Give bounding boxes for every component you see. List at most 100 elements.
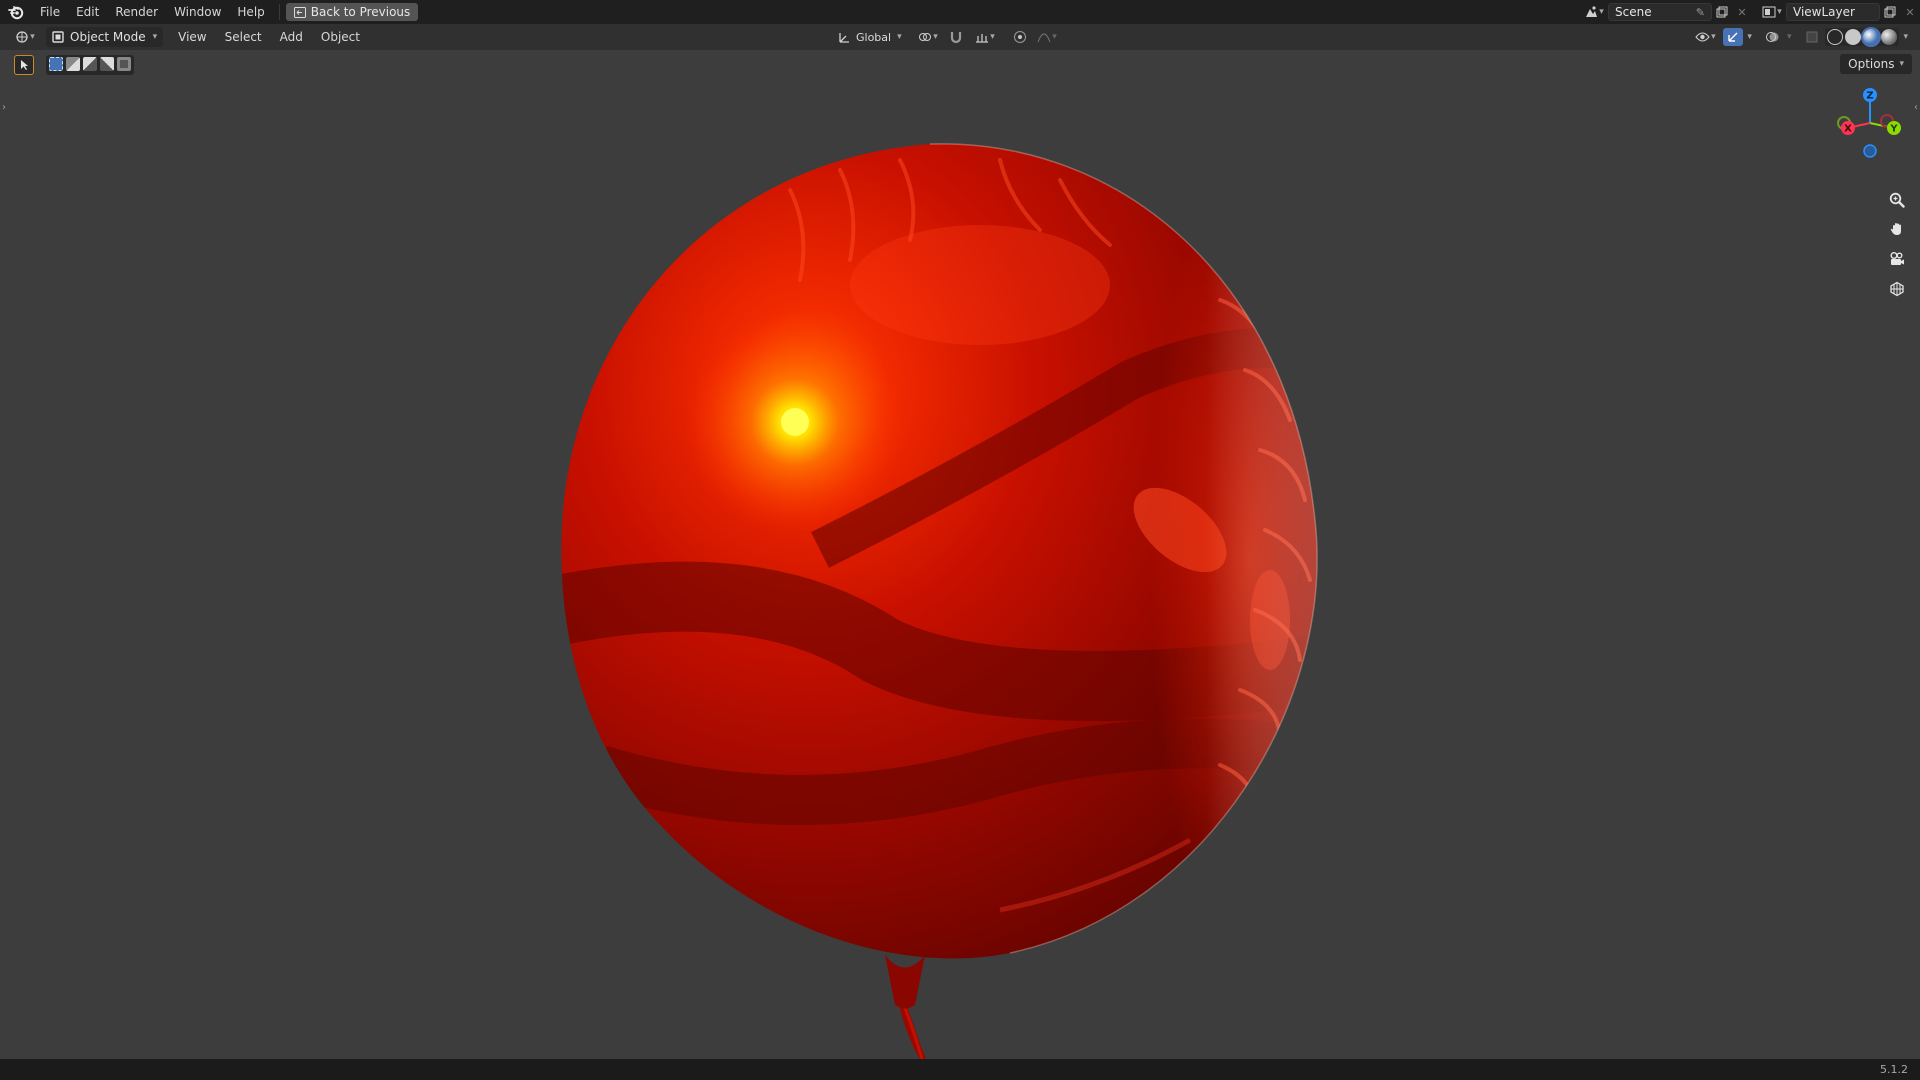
menu-file[interactable]: File bbox=[32, 0, 68, 24]
select-invert-icon[interactable] bbox=[100, 57, 114, 71]
close-icon: ✕ bbox=[1737, 5, 1747, 19]
rendered-shading-icon[interactable] bbox=[1881, 29, 1898, 45]
gizmo-z-negative bbox=[1863, 144, 1877, 158]
duplicate-icon bbox=[1716, 6, 1728, 18]
selection-mode-group bbox=[46, 55, 134, 75]
balloon-render[interactable] bbox=[0, 50, 1920, 1059]
ortho-toggle-button[interactable] bbox=[1885, 277, 1909, 301]
pivot-icon bbox=[919, 33, 932, 41]
delete-view-layer-button[interactable]: ✕ bbox=[1900, 3, 1920, 21]
menu-view[interactable]: View bbox=[169, 24, 215, 50]
new-view-layer-button[interactable] bbox=[1880, 3, 1900, 21]
menu-edit[interactable]: Edit bbox=[68, 0, 107, 24]
falloff-curve-icon bbox=[1037, 33, 1051, 43]
zoom-button[interactable] bbox=[1885, 188, 1909, 212]
chevron-down-icon: ▾ bbox=[990, 32, 995, 42]
back-screen-icon bbox=[293, 6, 306, 18]
chevron-down-icon: ▾ bbox=[1777, 7, 1782, 17]
chevron-down-icon: ▾ bbox=[897, 32, 902, 42]
top-bar: File Edit Render Window Help Back to Pre… bbox=[0, 0, 1920, 24]
back-to-previous-label: Back to Previous bbox=[310, 5, 411, 19]
snap-target-dropdown[interactable]: ▾ bbox=[970, 28, 1000, 46]
select-tool-button[interactable] bbox=[14, 55, 34, 75]
object-mode-dropdown[interactable]: Object Mode ▾ bbox=[46, 27, 164, 47]
gizmo-toggle[interactable] bbox=[1723, 28, 1744, 46]
tool-settings-row bbox=[14, 55, 134, 75]
shading-mode-group bbox=[1825, 28, 1900, 46]
status-bar: 5.1.2 bbox=[0, 1059, 1920, 1080]
scene-name-text: Scene bbox=[1615, 5, 1652, 19]
object-mode-icon bbox=[52, 31, 64, 43]
scene-name-field[interactable]: Scene ✎ bbox=[1608, 3, 1712, 21]
view-layer-icon bbox=[1762, 6, 1776, 18]
menu-select[interactable]: Select bbox=[216, 24, 271, 50]
view-layer-selector-button[interactable]: ▾ bbox=[1758, 3, 1786, 21]
proportional-falloff-dropdown[interactable]: ▾ bbox=[1034, 28, 1060, 46]
toolbar-expand-chevron-icon[interactable]: › bbox=[2, 102, 6, 113]
overlays-icon bbox=[1766, 32, 1779, 42]
editor-type-button[interactable]: ▾ bbox=[8, 28, 42, 46]
gizmo-dropdown-chevron-icon[interactable]: ▾ bbox=[1747, 32, 1752, 42]
snap-increment-icon bbox=[976, 34, 989, 43]
menu-object[interactable]: Object bbox=[312, 24, 369, 50]
xray-toggle[interactable] bbox=[1802, 28, 1822, 46]
view-layer-name-field[interactable]: ViewLayer bbox=[1786, 3, 1880, 21]
select-new-icon[interactable] bbox=[49, 57, 63, 71]
overlays-dropdown-chevron-icon[interactable]: ▾ bbox=[1787, 32, 1792, 42]
overlays-toggle[interactable] bbox=[1763, 28, 1783, 46]
new-scene-button[interactable] bbox=[1712, 3, 1732, 21]
back-to-previous-button[interactable]: Back to Previous bbox=[285, 3, 419, 21]
3d-viewport[interactable]: › ‹ Options ▾ Z Y X bbox=[0, 50, 1920, 1059]
object-mode-label: Object Mode bbox=[70, 30, 146, 44]
menu-add[interactable]: Add bbox=[271, 24, 312, 50]
menu-render[interactable]: Render bbox=[107, 0, 166, 24]
xray-icon bbox=[1806, 31, 1818, 43]
chevron-down-icon: ▾ bbox=[1899, 59, 1904, 69]
gizmo-icon bbox=[1728, 32, 1738, 42]
gizmo-z-label: Z bbox=[1866, 91, 1873, 102]
select-intersect-icon[interactable] bbox=[117, 57, 131, 71]
shading-dropdown-chevron-icon[interactable]: ▾ bbox=[1903, 32, 1908, 42]
chevron-down-icon: ▾ bbox=[30, 32, 35, 42]
close-icon: ✕ bbox=[1905, 5, 1915, 19]
camera-view-button[interactable] bbox=[1885, 247, 1909, 271]
options-label: Options bbox=[1848, 57, 1895, 71]
wireframe-shading-icon[interactable] bbox=[1827, 29, 1844, 45]
material-preview-shading-icon[interactable] bbox=[1863, 29, 1880, 45]
pin-icon[interactable]: ✎ bbox=[1696, 6, 1705, 19]
version-label: 5.1.2 bbox=[1880, 1063, 1908, 1076]
menu-separator bbox=[278, 4, 280, 20]
pivot-point-dropdown[interactable]: ▾ bbox=[914, 28, 942, 46]
menu-help[interactable]: Help bbox=[229, 0, 272, 24]
camera-icon bbox=[1890, 252, 1904, 265]
sidebar-expand-chevron-icon[interactable]: ‹ bbox=[1914, 102, 1918, 113]
chevron-down-icon: ▾ bbox=[933, 32, 938, 42]
proportional-edit-icon bbox=[1014, 31, 1026, 43]
options-dropdown[interactable]: Options ▾ bbox=[1840, 54, 1912, 74]
hand-pan-icon bbox=[1890, 223, 1901, 235]
chevron-down-icon: ▾ bbox=[1052, 32, 1057, 42]
view-layer-name-text: ViewLayer bbox=[1793, 5, 1855, 19]
zoom-icon bbox=[1889, 192, 1905, 208]
solid-shading-icon[interactable] bbox=[1845, 29, 1862, 45]
blender-logo-icon[interactable] bbox=[8, 4, 24, 20]
pan-button[interactable] bbox=[1885, 217, 1909, 241]
menu-window[interactable]: Window bbox=[166, 0, 229, 24]
eye-icon bbox=[1695, 32, 1710, 42]
scene-icon bbox=[1586, 6, 1598, 17]
proportional-edit-toggle[interactable] bbox=[1010, 28, 1030, 46]
delete-scene-button[interactable]: ✕ bbox=[1732, 3, 1752, 21]
chevron-down-icon: ▾ bbox=[1711, 32, 1716, 42]
gizmo-x-label: X bbox=[1844, 124, 1852, 135]
magnet-icon bbox=[950, 32, 962, 44]
cursor-arrow-icon bbox=[21, 60, 28, 70]
scene-selector-button[interactable]: ▾ bbox=[1580, 3, 1608, 21]
select-extend-icon[interactable] bbox=[66, 57, 80, 71]
select-subtract-icon[interactable] bbox=[83, 57, 97, 71]
orientation-dropdown[interactable]: Global ▾ bbox=[838, 28, 910, 46]
3d-viewport-icon bbox=[16, 31, 28, 43]
visibility-dropdown[interactable]: ▾ bbox=[1690, 28, 1720, 46]
navigation-gizmo[interactable]: Z Y X bbox=[1830, 78, 1910, 158]
snap-toggle[interactable] bbox=[946, 28, 966, 46]
orientation-axes-icon bbox=[839, 32, 849, 43]
